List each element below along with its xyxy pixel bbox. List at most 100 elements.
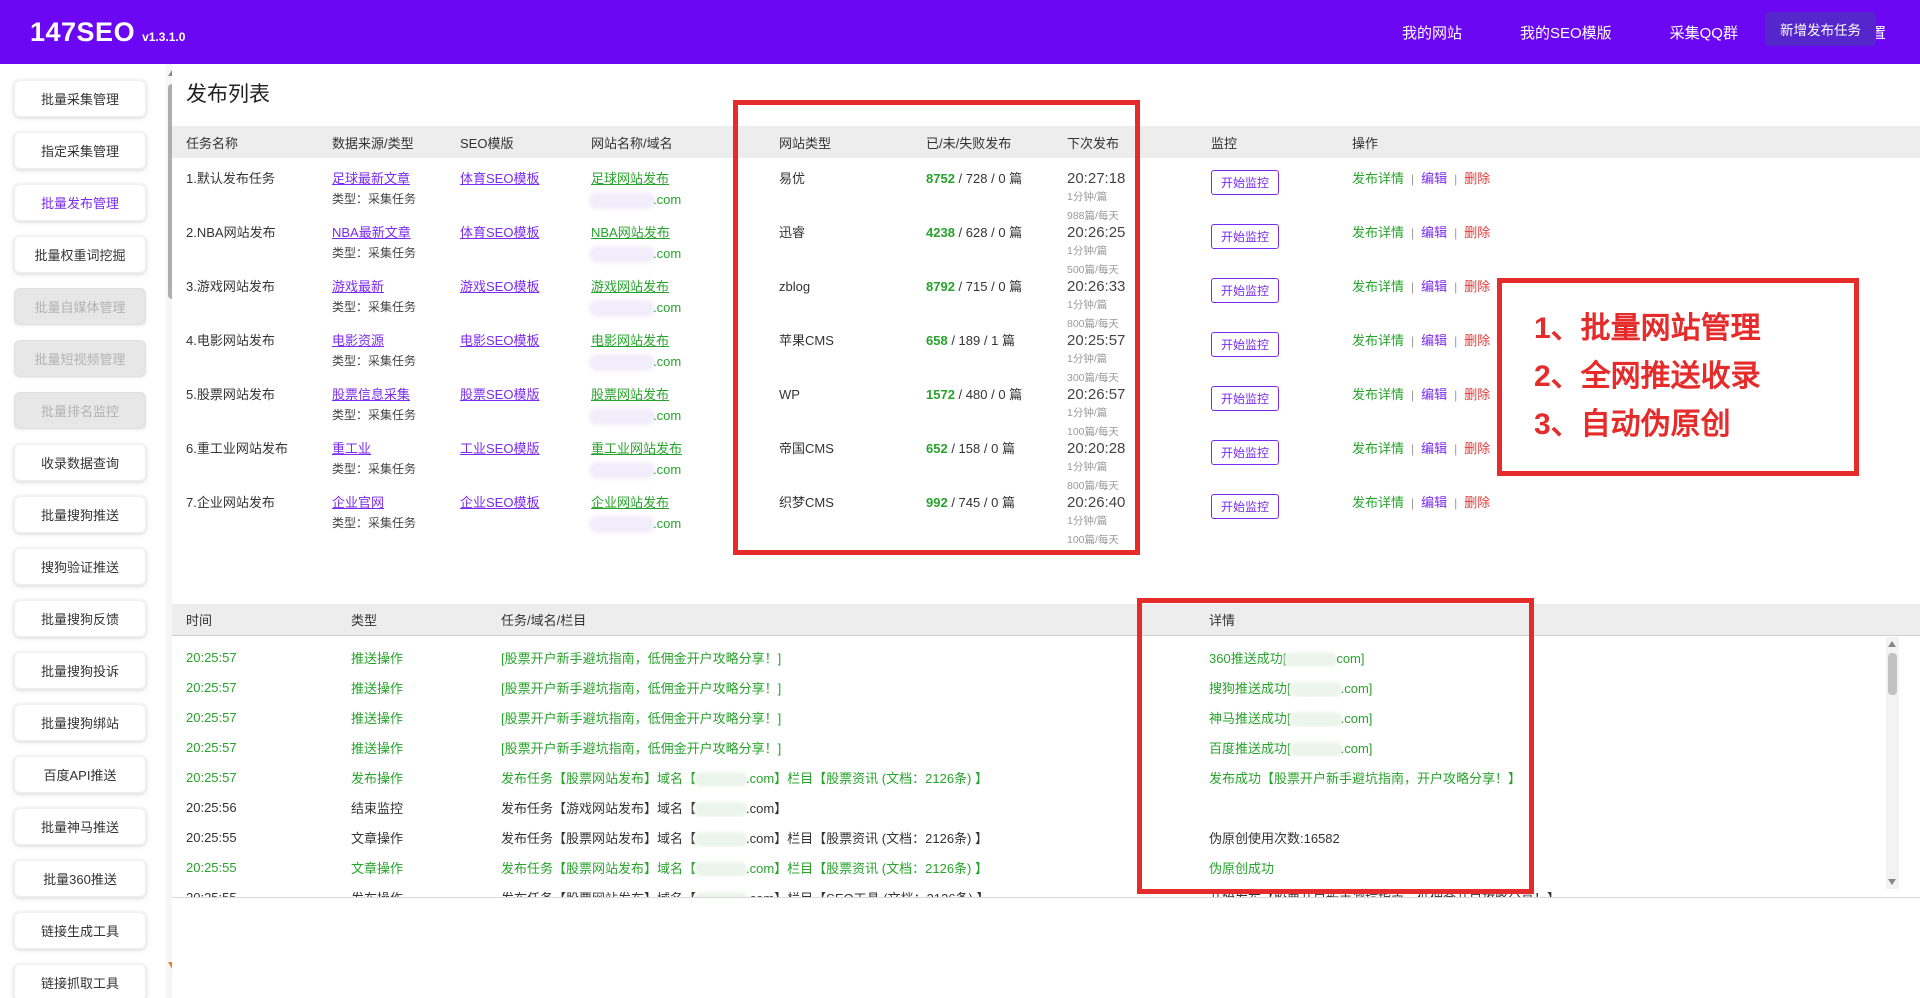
log-detail: 伪原创成功	[1209, 860, 1275, 876]
top-nav-item[interactable]: 采集QQ群	[1670, 22, 1738, 43]
data-source-link[interactable]: 电影资源	[332, 333, 384, 348]
start-monitor-button[interactable]: 开始监控	[1211, 494, 1280, 519]
sidebar-item[interactable]: 批量360推送	[14, 860, 146, 897]
scroll-down-icon[interactable]	[1888, 879, 1896, 885]
seo-template-link[interactable]: 体育SEO模板	[460, 225, 539, 240]
app-version: v1.3.1.0	[142, 30, 186, 44]
start-monitor-button[interactable]: 开始监控	[1211, 224, 1280, 249]
start-monitor-button[interactable]: 开始监控	[1211, 440, 1280, 465]
seo-template-link[interactable]: 股票SEO模版	[460, 387, 539, 402]
site-name-link[interactable]: 股票网站发布	[591, 387, 669, 402]
edit-link[interactable]: 编辑	[1421, 441, 1447, 456]
sidebar-item[interactable]: 批量排名监控	[14, 392, 146, 429]
count-unit: 篇	[1009, 279, 1023, 294]
data-source-link[interactable]: 股票信息采集	[332, 387, 410, 402]
site-name-link[interactable]: 电影网站发布	[591, 333, 669, 348]
failed-count: 0	[998, 171, 1006, 186]
sidebar-item[interactable]: 批量神马推送	[14, 808, 146, 845]
site-name-link[interactable]: 足球网站发布	[591, 171, 669, 186]
site-cell: 重工业网站发布 .com	[577, 438, 765, 478]
pending-count: 728	[965, 171, 988, 186]
new-publish-task-button[interactable]: 新增发布任务	[1765, 12, 1876, 46]
delete-link[interactable]: 删除	[1464, 333, 1490, 348]
publish-detail-link[interactable]: 发布详情	[1352, 333, 1404, 348]
log-detail: 神马推送成功[.com]	[1209, 710, 1373, 726]
seo-template-cell: 工业SEO模版	[446, 438, 577, 457]
start-monitor-button[interactable]: 开始监控	[1211, 278, 1280, 303]
start-monitor-button[interactable]: 开始监控	[1211, 332, 1280, 357]
seo-template-link[interactable]: 体育SEO模板	[460, 171, 539, 186]
publish-detail-link[interactable]: 发布详情	[1352, 387, 1404, 402]
sidebar-item[interactable]: 批量搜狗反馈	[14, 600, 146, 637]
data-source-link[interactable]: 足球最新文章	[332, 171, 410, 186]
sidebar-item[interactable]: 批量搜狗绑站	[14, 704, 146, 741]
publish-detail-link[interactable]: 发布详情	[1352, 441, 1404, 456]
sidebar: 批量采集管理 指定采集管理 批量发布管理 批量权重词挖掘 批量自媒体管理 批量短…	[14, 80, 146, 998]
next-publish-cell: 20:25:57 1分钟/篇 300篇/每天	[1053, 330, 1197, 387]
log-row: 20:25:57 推送操作 [股票开户新手避坑指南，低佣金开户攻略分享！] 36…	[172, 642, 1920, 672]
delete-link[interactable]: 删除	[1464, 171, 1490, 186]
redacted-domain	[1290, 683, 1341, 695]
publish-detail-link[interactable]: 发布详情	[1352, 225, 1404, 240]
task-name: 6.重工业网站发布	[186, 441, 288, 456]
edit-link[interactable]: 编辑	[1421, 171, 1447, 186]
source-type-label: 类型：采集任务	[332, 192, 417, 206]
next-publish-cell: 20:26:33 1分钟/篇 800篇/每天	[1053, 276, 1197, 333]
sidebar-item[interactable]: 链接抓取工具	[14, 964, 146, 998]
sidebar-item[interactable]: 批量发布管理	[14, 184, 146, 221]
sidebar-item[interactable]: 批量权重词挖掘	[14, 236, 146, 273]
data-source-cell: 电影资源 类型：采集任务	[318, 330, 446, 370]
publish-counts: 4238 / 628 / 0 篇	[926, 225, 1023, 240]
seo-template-cell: 股票SEO模版	[446, 384, 577, 403]
sidebar-item[interactable]: 百度API推送	[14, 756, 146, 793]
seo-template-link[interactable]: 游戏SEO模板	[460, 279, 539, 294]
delete-link[interactable]: 删除	[1464, 441, 1490, 456]
sidebar-item[interactable]: 指定采集管理	[14, 132, 146, 169]
sidebar-item[interactable]: 批量短视频管理	[14, 340, 146, 377]
log-scrollbar[interactable]	[1886, 637, 1899, 889]
site-name-link[interactable]: 重工业网站发布	[591, 441, 682, 456]
start-monitor-button[interactable]: 开始监控	[1211, 170, 1280, 195]
scroll-up-icon[interactable]	[1888, 641, 1896, 647]
site-name-link[interactable]: 游戏网站发布	[591, 279, 669, 294]
seo-template-link[interactable]: 企业SEO模板	[460, 495, 539, 510]
data-source-link[interactable]: NBA最新文章	[332, 225, 411, 240]
sidebar-item[interactable]: 批量搜狗推送	[14, 496, 146, 533]
sidebar-item[interactable]: 链接生成工具	[14, 912, 146, 949]
publish-detail-link[interactable]: 发布详情	[1352, 171, 1404, 186]
scrollbar-thumb[interactable]	[1888, 653, 1897, 695]
data-source-link[interactable]: 重工业	[332, 441, 371, 456]
sidebar-item[interactable]: 批量搜狗投诉	[14, 652, 146, 689]
published-count: 658	[926, 333, 948, 348]
edit-link[interactable]: 编辑	[1421, 279, 1447, 294]
log-time: 20:25:55	[186, 829, 237, 845]
sidebar-item[interactable]: 批量自媒体管理	[14, 288, 146, 325]
delete-link[interactable]: 删除	[1464, 225, 1490, 240]
pending-count: 158	[958, 441, 981, 456]
seo-template-cell: 体育SEO模板	[446, 222, 577, 241]
edit-link[interactable]: 编辑	[1421, 495, 1447, 510]
site-name-link[interactable]: 企业网站发布	[591, 495, 669, 510]
site-name-link[interactable]: NBA网站发布	[591, 225, 670, 240]
delete-link[interactable]: 删除	[1464, 387, 1490, 402]
delete-link[interactable]: 删除	[1464, 279, 1490, 294]
seo-template-link[interactable]: 工业SEO模版	[460, 441, 539, 456]
edit-link[interactable]: 编辑	[1421, 225, 1447, 240]
publish-detail-link[interactable]: 发布详情	[1352, 495, 1404, 510]
sidebar-item[interactable]: 批量采集管理	[14, 80, 146, 117]
data-source-link[interactable]: 游戏最新	[332, 279, 384, 294]
sidebar-item[interactable]: 收录数据查询	[14, 444, 146, 481]
start-monitor-button[interactable]: 开始监控	[1211, 386, 1280, 411]
data-source-link[interactable]: 企业官网	[332, 495, 384, 510]
log-time: 20:25:55	[186, 859, 237, 875]
seo-template-link[interactable]: 电影SEO模板	[460, 333, 539, 348]
publish-detail-link[interactable]: 发布详情	[1352, 279, 1404, 294]
table-row: 2.NBA网站发布 NBA最新文章 类型：采集任务 体育SEO模板 NBA网站发…	[172, 222, 1920, 276]
sidebar-item[interactable]: 搜狗验证推送	[14, 548, 146, 585]
top-nav-item[interactable]: 我的网站	[1402, 22, 1462, 43]
edit-link[interactable]: 编辑	[1421, 333, 1447, 348]
redacted-domain	[591, 518, 653, 532]
delete-link[interactable]: 删除	[1464, 495, 1490, 510]
edit-link[interactable]: 编辑	[1421, 387, 1447, 402]
top-nav-item[interactable]: 我的SEO模版	[1520, 22, 1612, 43]
